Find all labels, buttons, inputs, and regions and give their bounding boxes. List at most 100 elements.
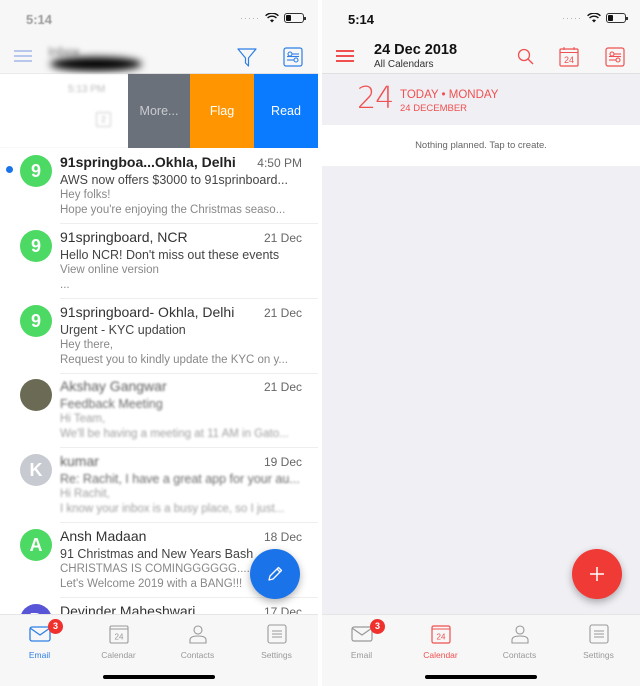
message-date: 4:50 PM bbox=[257, 156, 302, 170]
message-row[interactable]: Akshay Gangwar 21 Dec Feedback Meeting Hi T… bbox=[0, 373, 318, 448]
email-header: Inbox bbox=[0, 38, 318, 74]
message-subject: Re: Rachit, I have a great app for your … bbox=[60, 472, 300, 486]
account-title: Inbox bbox=[48, 44, 148, 71]
message-preview: Hey there, bbox=[60, 339, 114, 351]
sliders-icon[interactable] bbox=[604, 46, 626, 68]
calendar-icon: 24 bbox=[108, 625, 129, 644]
hamburger-icon[interactable] bbox=[14, 50, 32, 62]
home-indicator[interactable] bbox=[103, 675, 215, 679]
calendar-title[interactable]: 24 Dec 2018 All Calendars bbox=[374, 42, 457, 70]
battery-icon bbox=[606, 13, 628, 23]
calendar-screen: 5:14 ····· 24 Dec 2018 All Calendars 24 … bbox=[322, 0, 640, 686]
tab-email[interactable]: 3 Email bbox=[322, 619, 401, 660]
svg-text:24: 24 bbox=[564, 55, 574, 65]
status-icons: ····· bbox=[240, 13, 306, 23]
unread-dot bbox=[6, 166, 13, 173]
sliders-icon[interactable] bbox=[282, 46, 304, 68]
message-row[interactable]: 9 91springboa...Okhla, Delhi 4:50 PM AWS no… bbox=[0, 149, 318, 224]
tab-contacts[interactable]: Contacts bbox=[158, 621, 237, 660]
swipe-more-button[interactable]: More... bbox=[128, 74, 190, 148]
wifi-icon bbox=[265, 13, 279, 23]
tab-bar: 3 Email 24 Calendar Contacts Settings bbox=[0, 614, 318, 686]
message-date: 18 Dec bbox=[263, 530, 302, 544]
day-date-label: 24 DECEMBER bbox=[400, 103, 468, 114]
message-preview: Hi Team, bbox=[60, 413, 106, 425]
sender-name: 91springboard- Okhla, Delhi bbox=[60, 304, 235, 320]
message-subject: Hello NCR! Don't miss out these events bbox=[60, 248, 280, 262]
mail-icon bbox=[28, 626, 51, 642]
tab-calendar[interactable]: 24 Calendar bbox=[79, 621, 158, 660]
avatar: 9 bbox=[20, 155, 52, 187]
svg-text:24: 24 bbox=[436, 633, 445, 642]
home-indicator[interactable] bbox=[425, 675, 537, 679]
message-subject: Urgent - KYC updation bbox=[60, 323, 186, 337]
sender-name: Akshay Gangwar bbox=[60, 378, 167, 394]
tab-label: Settings bbox=[583, 650, 614, 660]
wifi-icon bbox=[587, 13, 601, 23]
calendar-filter-label: All Calendars bbox=[374, 59, 434, 70]
status-bar: 5:14 ····· bbox=[0, 0, 318, 38]
unread-badge: 3 bbox=[48, 619, 63, 634]
message-date: 21 Dec bbox=[263, 231, 302, 245]
swipe-read-button[interactable]: Read bbox=[254, 74, 318, 148]
message-date: 21 Dec bbox=[263, 380, 302, 394]
message-subject: Feedback Meeting bbox=[60, 397, 163, 411]
message-preview: We'll be having a meeting at 11 AM in Ga… bbox=[60, 428, 289, 440]
message-preview: Hi Rachit, bbox=[60, 488, 110, 500]
settings-icon bbox=[588, 624, 609, 644]
swiped-message-content: 5:13 PM 2 bbox=[0, 74, 128, 148]
tab-calendar[interactable]: 24 Calendar bbox=[401, 621, 480, 660]
search-icon[interactable] bbox=[515, 46, 537, 68]
current-date: 24 Dec 2018 bbox=[374, 42, 458, 58]
battery-icon bbox=[284, 13, 306, 23]
signal-icon: ····· bbox=[240, 13, 260, 23]
message-row[interactable]: 9 91springboard- Okhla, Delhi 21 Dec Urgent… bbox=[0, 299, 318, 374]
status-icons: ····· bbox=[562, 13, 628, 23]
filter-icon[interactable] bbox=[236, 46, 258, 68]
status-bar: 5:14 ····· bbox=[322, 0, 640, 38]
calendar-header: 24 Dec 2018 All Calendars 24 bbox=[322, 38, 640, 74]
person-icon bbox=[510, 625, 529, 644]
tab-label: Contacts bbox=[502, 650, 537, 660]
tab-settings[interactable]: Settings bbox=[237, 621, 316, 660]
message-subject: AWS now offers $3000 to 91sprinboard... bbox=[60, 173, 288, 187]
sender-name: kumar bbox=[60, 453, 99, 469]
message-preview: I know your inbox is a busy place, so I … bbox=[60, 503, 285, 515]
add-event-button[interactable] bbox=[572, 549, 622, 599]
mail-icon bbox=[350, 626, 373, 642]
avatar: 9 bbox=[20, 230, 52, 262]
day-header: 24 TODAY • MONDAY 24 DECEMBER bbox=[322, 75, 640, 125]
status-time: 5:14 bbox=[26, 12, 53, 27]
empty-agenda-row[interactable]: Nothing planned. Tap to create. bbox=[322, 125, 640, 166]
day-label: TODAY • MONDAY bbox=[400, 89, 499, 101]
status-time: 5:14 bbox=[348, 12, 375, 27]
signal-icon: ····· bbox=[562, 13, 582, 23]
person-icon bbox=[188, 625, 207, 644]
message-preview: View online version bbox=[60, 264, 159, 276]
svg-text:24: 24 bbox=[114, 633, 123, 642]
message-preview: ... bbox=[60, 279, 70, 291]
sender-name: Ansh Madaan bbox=[60, 528, 147, 544]
message-row[interactable]: Kkumar 19 Dec Re: Rachit, I have a great a… bbox=[0, 448, 318, 523]
settings-icon bbox=[266, 624, 287, 644]
message-date: 19 Dec bbox=[263, 455, 302, 469]
message-preview: Hope you're enjoying the Christmas seaso… bbox=[60, 204, 286, 216]
today-calendar-icon[interactable]: 24 bbox=[558, 46, 580, 68]
pencil-icon bbox=[268, 566, 283, 581]
day-number: 24 bbox=[357, 81, 394, 116]
thread-count: 2 bbox=[96, 112, 111, 127]
calendar-icon: 24 bbox=[430, 625, 451, 644]
tab-email[interactable]: 3 Email bbox=[0, 619, 79, 660]
avatar: 9 bbox=[20, 305, 52, 337]
swipe-flag-button[interactable]: Flag bbox=[190, 74, 254, 148]
tab-contacts[interactable]: Contacts bbox=[480, 621, 559, 660]
message-preview: Hey folks! bbox=[60, 189, 111, 201]
message-row[interactable]: 9 91springboard, NCR 21 Dec Hello NCR! Don'… bbox=[0, 224, 318, 299]
compose-button[interactable] bbox=[250, 549, 300, 599]
tab-settings[interactable]: Settings bbox=[559, 621, 638, 660]
unread-badge: 3 bbox=[370, 619, 385, 634]
tab-label: Settings bbox=[261, 650, 292, 660]
avatar: K bbox=[20, 454, 52, 486]
hamburger-icon[interactable] bbox=[336, 50, 354, 62]
swiped-message-row[interactable]: 5:13 PM 2 More... Flag Read bbox=[0, 74, 318, 148]
